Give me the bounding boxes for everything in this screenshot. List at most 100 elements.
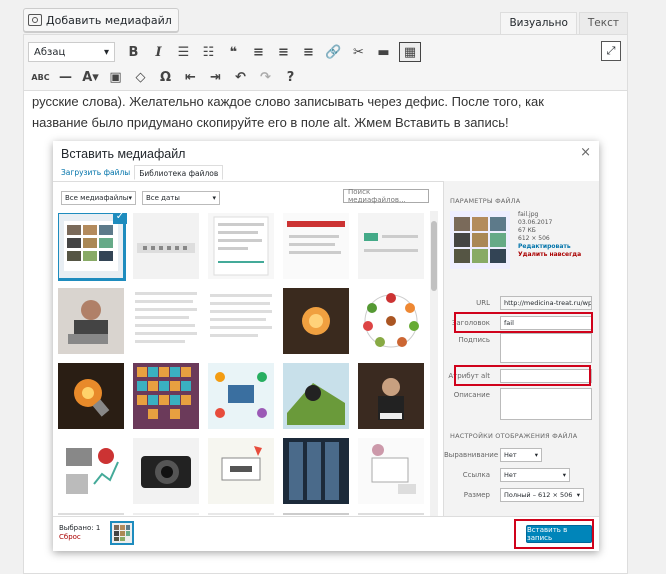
caption-field[interactable]	[500, 333, 592, 363]
media-thumb[interactable]: ✓	[58, 213, 127, 281]
media-thumb[interactable]	[208, 438, 274, 504]
details-heading: ПАРАМЕТРЫ ФАЙЛА	[450, 197, 521, 205]
link-icon[interactable]: 🔗	[321, 41, 346, 63]
filter-type-select[interactable]: Все медиафайлы ▾	[61, 191, 136, 205]
filter-type-value: Все медиафайлы	[65, 194, 129, 202]
align-left-icon[interactable]: ≡	[246, 41, 271, 63]
media-thumb[interactable]	[133, 363, 199, 429]
tab-visual[interactable]: Визуально	[500, 12, 577, 34]
indent-icon[interactable]: ⇥	[203, 66, 228, 88]
media-thumb[interactable]	[283, 438, 349, 504]
media-thumb[interactable]	[208, 213, 274, 279]
media-filters: Все медиафайлы ▾ Все даты ▾	[61, 191, 220, 205]
caption-label: Подпись	[458, 336, 491, 344]
format-select[interactable]: Абзац ▾	[28, 42, 115, 62]
highlight-alt	[454, 365, 591, 386]
undo-icon[interactable]: ↶	[228, 66, 253, 88]
chevron-down-icon: ▾	[128, 194, 132, 202]
modal-divider	[53, 181, 443, 182]
thumb-image	[363, 293, 419, 348]
tab-text[interactable]: Текст	[578, 12, 628, 34]
thumb-image	[213, 216, 269, 276]
media-thumb[interactable]	[133, 288, 199, 354]
size-select[interactable]: Полный – 612 × 506 ▾	[500, 488, 584, 502]
thumb-image	[221, 446, 262, 481]
media-thumb[interactable]	[133, 213, 199, 279]
toolbar-toggle-icon[interactable]: ▦	[399, 42, 421, 62]
media-thumb[interactable]	[283, 363, 349, 429]
italic-icon[interactable]: I	[146, 41, 171, 63]
thumb-image	[215, 372, 267, 418]
media-thumb[interactable]	[133, 438, 199, 504]
media-thumb[interactable]	[283, 213, 349, 279]
align-select[interactable]: Нет ▾	[500, 448, 542, 462]
horizontal-line-icon[interactable]: —	[53, 66, 78, 88]
selected-thumb[interactable]	[110, 521, 134, 545]
grid-scrollbar[interactable]	[430, 211, 438, 516]
media-thumb[interactable]	[358, 288, 424, 354]
media-thumb[interactable]	[208, 288, 274, 354]
help-icon[interactable]: ?	[278, 66, 303, 88]
bold-icon[interactable]: B	[121, 41, 146, 63]
media-thumb[interactable]	[58, 288, 124, 354]
special-char-icon[interactable]: Ω	[153, 66, 178, 88]
toolbar-row-2: ABC — A▾ ▣ ◇ Ω ⇤ ⇥ ↶ ↷ ?	[28, 65, 303, 89]
align-center-icon[interactable]: ≡	[271, 41, 296, 63]
text-color-icon[interactable]: A▾	[78, 66, 103, 88]
editor-tabs: Визуально Текст	[500, 12, 628, 34]
file-name: fail.jpg	[518, 211, 539, 218]
fullscreen-icon[interactable]: ⤢	[601, 41, 621, 61]
check-icon: ✓	[113, 213, 127, 224]
media-thumb[interactable]	[358, 213, 424, 279]
close-icon[interactable]: ×	[580, 145, 591, 160]
attachment-thumbnail	[450, 211, 510, 269]
thumb-image	[210, 294, 272, 337]
blockquote-icon[interactable]: ❝	[221, 41, 246, 63]
editor-content-text[interactable]: русские слова). Желательно каждое слово …	[32, 91, 592, 133]
align-right-icon[interactable]: ≡	[296, 41, 321, 63]
media-thumb[interactable]	[133, 513, 199, 515]
thumb-image	[287, 383, 345, 425]
media-thumb[interactable]	[358, 363, 424, 429]
outdent-icon[interactable]: ⇤	[178, 66, 203, 88]
media-thumb[interactable]	[58, 363, 124, 429]
tab-upload[interactable]: Загрузить файлы	[57, 165, 134, 180]
reset-link[interactable]: Сброс	[59, 533, 100, 542]
chevron-down-icon: ▾	[534, 451, 538, 459]
thumb-image	[68, 300, 108, 344]
redo-icon[interactable]: ↷	[253, 66, 278, 88]
media-thumb[interactable]	[58, 513, 124, 515]
link-to-select[interactable]: Нет ▾	[500, 468, 570, 482]
add-media-button[interactable]: Добавить медиафайл	[23, 8, 179, 32]
clear-format-icon[interactable]: ◇	[128, 66, 153, 88]
bullet-list-icon[interactable]: ☰	[171, 41, 196, 63]
edit-image-link[interactable]: Редактировать	[518, 243, 581, 251]
read-more-icon[interactable]: ▬	[371, 41, 396, 63]
tab-library[interactable]: Библиотека файлов	[134, 165, 224, 180]
unlink-icon[interactable]: ✂	[346, 41, 371, 63]
media-search-input[interactable]: Поиск медиафайлов...	[343, 188, 429, 204]
description-field[interactable]	[500, 388, 592, 420]
paste-text-icon[interactable]: ▣	[103, 66, 128, 88]
modal-title: Вставить медиафайл	[61, 147, 186, 161]
scrollbar-thumb[interactable]	[431, 221, 437, 291]
url-field[interactable]: http://medicina-treat.ru/wp-	[500, 296, 592, 310]
highlight-insert	[514, 519, 594, 549]
media-thumb[interactable]	[283, 513, 349, 515]
description-label: Описание	[453, 391, 490, 399]
media-thumb[interactable]	[358, 513, 424, 515]
strikethrough-icon[interactable]: ABC	[28, 66, 53, 88]
media-thumb[interactable]	[283, 288, 349, 354]
link-to-label: Ссылка	[462, 471, 490, 479]
filter-date-select[interactable]: Все даты ▾	[142, 191, 220, 205]
media-thumb[interactable]	[58, 438, 124, 504]
highlight-title	[454, 312, 593, 333]
delete-permanently-link[interactable]: Удалить навсегда	[518, 251, 581, 259]
numbered-list-icon[interactable]: ☷	[196, 41, 221, 63]
chevron-down-icon: ▾	[212, 194, 216, 202]
media-thumb[interactable]	[358, 438, 424, 504]
add-media-label: Добавить медиафайл	[46, 13, 172, 27]
media-thumb[interactable]	[208, 363, 274, 429]
chevron-down-icon: ▾	[562, 471, 566, 479]
media-thumb[interactable]	[208, 513, 274, 515]
